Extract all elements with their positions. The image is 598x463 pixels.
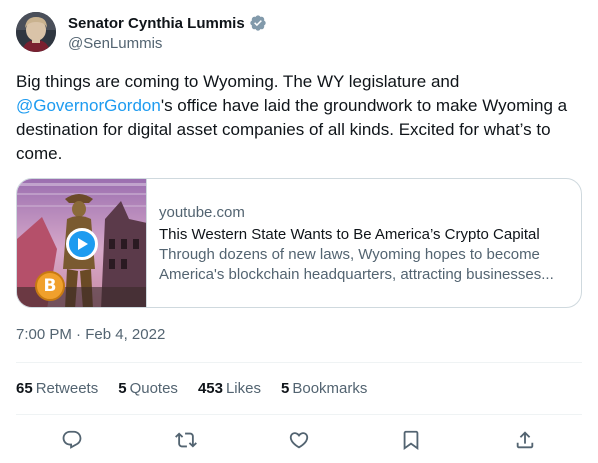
tweet-text-part: Big things are coming to Wyoming. The WY… (16, 72, 460, 91)
retweets-label: Retweets (35, 380, 99, 397)
user-handle[interactable]: @SenLummis (68, 35, 267, 52)
bookmarks-label: Bookmarks (292, 380, 368, 397)
timestamp-time[interactable]: 7:00 PM (16, 326, 72, 343)
tweet-header: Senator Cynthia Lummis @SenLummis (16, 12, 582, 54)
divider (16, 362, 582, 363)
avatar[interactable] (16, 12, 56, 52)
action-bar (16, 422, 582, 458)
mention-link[interactable]: @GovernorGordon (16, 96, 161, 115)
link-card[interactable]: B youtube.com This Western State Wants t… (16, 178, 582, 308)
display-name[interactable]: Senator Cynthia Lummis (68, 15, 245, 32)
bitcoin-coin-icon: B (35, 271, 65, 301)
card-title[interactable]: This Western State Wants to Be America’s… (159, 225, 569, 245)
quotes-count: 5 (118, 380, 127, 397)
heart-icon (289, 432, 309, 449)
retweets-stat[interactable]: 65 Retweets (16, 378, 98, 400)
tweet-timestamp: 7:00 PM · Feb 4, 2022 (16, 325, 165, 345)
card-domain: youtube.com (159, 204, 245, 221)
retweets-count: 65 (16, 380, 33, 397)
likes-stat[interactable]: 453 Likes (198, 378, 261, 400)
likes-label: Likes (225, 380, 261, 397)
bookmarks-count: 5 (281, 380, 290, 397)
retweet-button[interactable] (168, 422, 204, 458)
tweet-text: Big things are coming to Wyoming. The WY… (16, 70, 582, 166)
avatar-image (16, 12, 56, 52)
bookmark-icon (403, 430, 419, 451)
share-button[interactable] (507, 422, 543, 458)
verified-badge-icon (249, 14, 267, 32)
timestamp-separator: · (71, 326, 86, 343)
bookmarks-stat[interactable]: 5 Bookmarks (281, 378, 367, 400)
timestamp-date[interactable]: Feb 4, 2022 (85, 326, 165, 343)
share-icon (516, 431, 534, 449)
reply-icon (62, 430, 82, 449)
card-description: Through dozens of new laws, Wyoming hope… (159, 246, 554, 283)
play-icon[interactable] (66, 228, 98, 260)
retweet-icon (175, 432, 197, 448)
like-button[interactable] (281, 422, 317, 458)
divider (16, 414, 582, 415)
reply-button[interactable] (54, 422, 90, 458)
tweet-stats: 65 Retweets 5 Quotes 453 Likes 5 Bookmarks (16, 378, 582, 400)
quotes-label: Quotes (129, 380, 178, 397)
quotes-stat[interactable]: 5 Quotes (118, 378, 178, 400)
bitcoin-symbol: B (43, 276, 57, 296)
likes-count: 453 (197, 380, 223, 397)
card-thumbnail: B (17, 179, 147, 307)
bookmark-button[interactable] (393, 422, 429, 458)
